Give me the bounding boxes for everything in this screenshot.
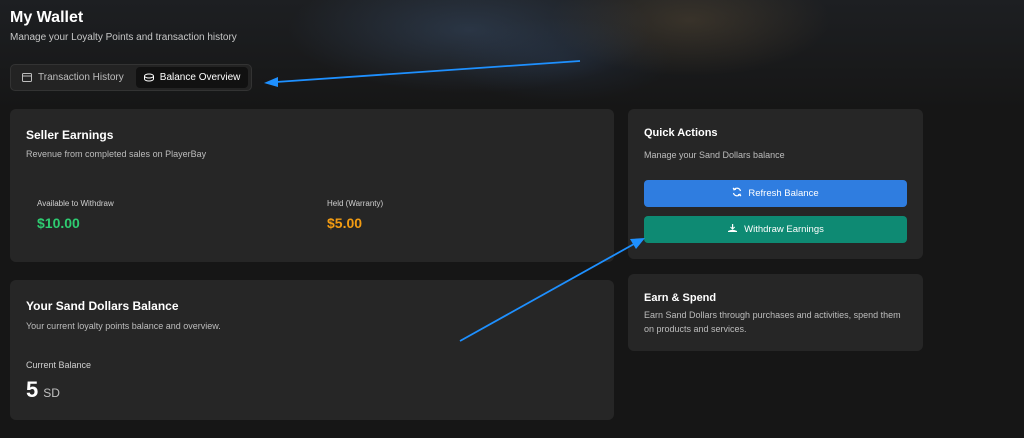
held-warranty: Held (Warranty) $5.00 — [327, 199, 383, 232]
current-balance: 5 SD — [26, 377, 60, 403]
refresh-balance-button[interactable]: Refresh Balance — [644, 180, 907, 207]
available-to-withdraw: Available to Withdraw $10.00 — [37, 199, 114, 232]
current-balance-unit: SD — [43, 386, 60, 400]
sand-dollars-title: Your Sand Dollars Balance — [26, 299, 179, 313]
tab-transaction-history-label: Transaction History — [38, 72, 124, 83]
current-balance-label: Current Balance — [26, 360, 92, 370]
quick-actions-title: Quick Actions — [644, 127, 718, 139]
quick-actions-card: Quick Actions Manage your Sand Dollars b… — [628, 109, 923, 259]
seller-earnings-card: Seller Earnings Revenue from completed s… — [10, 109, 614, 262]
held-value: $5.00 — [327, 215, 363, 231]
held-label: Held (Warranty) — [327, 199, 384, 208]
seller-earnings-description: Revenue from completed sales on PlayerBa… — [26, 149, 207, 159]
available-label: Available to Withdraw — [37, 199, 114, 208]
sand-dollars-description: Your current loyalty points balance and … — [26, 321, 221, 331]
tab-transaction-history[interactable]: Transaction History — [14, 67, 132, 88]
page-subtitle: Manage your Loyalty Points and transacti… — [10, 32, 237, 43]
seller-earnings-title: Seller Earnings — [26, 128, 114, 142]
earn-spend-card: Earn & Spend Earn Sand Dollars through p… — [628, 274, 923, 351]
tab-balance-overview-label: Balance Overview — [159, 72, 241, 83]
withdraw-earnings-label: Withdraw Earnings — [744, 224, 824, 235]
earn-spend-title: Earn & Spend — [644, 292, 717, 304]
sand-dollars-card: Your Sand Dollars Balance Your current l… — [10, 280, 614, 420]
history-icon — [22, 73, 32, 82]
refresh-balance-label: Refresh Balance — [748, 188, 819, 199]
page-header: My Wallet Manage your Loyalty Points and… — [10, 8, 237, 44]
page-title: My Wallet — [10, 9, 84, 26]
wallet-tabs: Transaction History Balance Overview — [10, 64, 252, 91]
withdraw-icon — [727, 223, 738, 236]
quick-actions-description: Manage your Sand Dollars balance — [644, 150, 785, 160]
withdraw-earnings-button[interactable]: Withdraw Earnings — [644, 216, 907, 243]
current-balance-value: 5 — [26, 377, 39, 402]
tab-balance-overview[interactable]: Balance Overview — [135, 67, 249, 88]
refresh-icon — [732, 187, 742, 200]
coins-icon — [143, 73, 154, 82]
earn-spend-description: Earn Sand Dollars through purchases and … — [644, 310, 901, 334]
available-value: $10.00 — [37, 215, 80, 231]
